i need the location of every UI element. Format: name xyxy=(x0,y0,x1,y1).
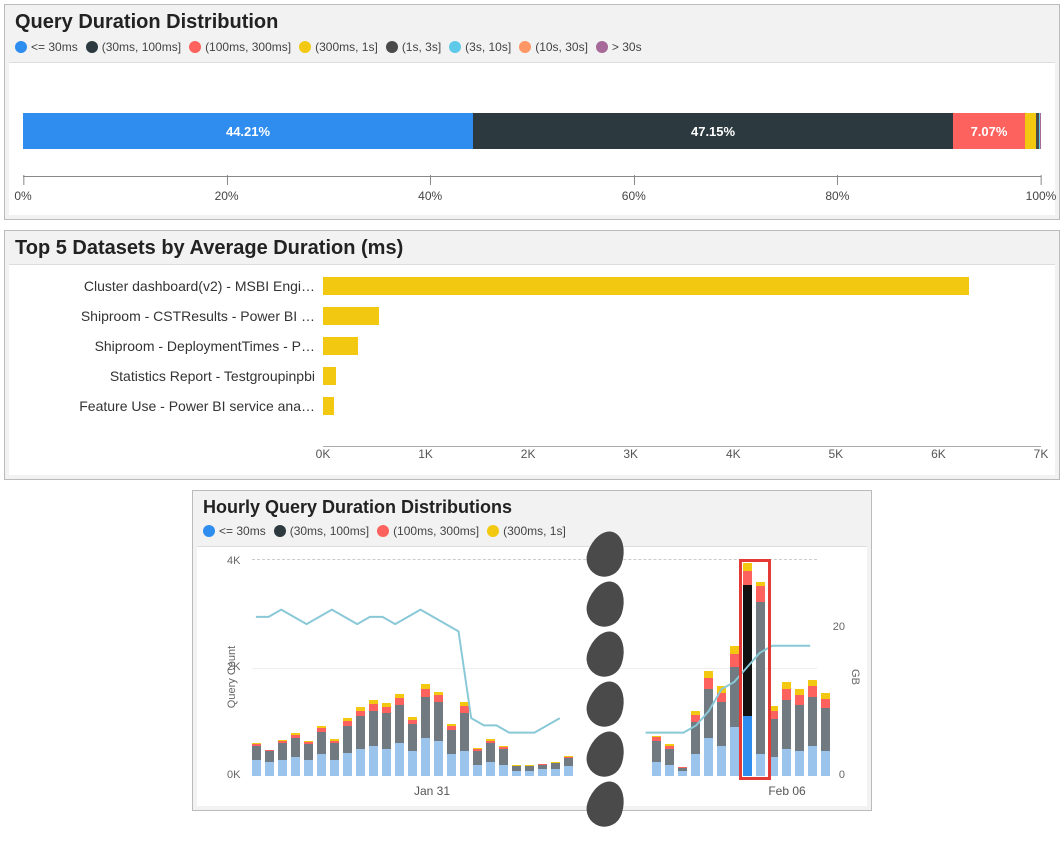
hbar-label: Shiproom - CSTResults - Power BI … xyxy=(23,308,323,324)
hbar-row[interactable]: Feature Use - Power BI service ana… xyxy=(23,395,1041,417)
legend-item[interactable]: (100ms, 300ms] xyxy=(189,40,291,54)
legend-item[interactable]: > 30s xyxy=(596,40,642,54)
legend-item[interactable]: (300ms, 1s] xyxy=(299,40,378,54)
panel-hourly-distributions: Hourly Query Duration Distributions <= 3… xyxy=(192,490,872,811)
axis-tick: 60% xyxy=(622,189,646,203)
ytick-4k: 4K xyxy=(227,555,240,567)
xlabel-jan31: Jan 31 xyxy=(414,784,450,798)
legend-label: (300ms, 1s] xyxy=(315,40,378,54)
legend-swatch xyxy=(274,525,286,537)
legend-swatch xyxy=(377,525,389,537)
axis-tick: 0% xyxy=(14,189,31,203)
stacked-segment[interactable]: 7.07% xyxy=(953,113,1025,149)
hbar-label: Feature Use - Power BI service ana… xyxy=(23,398,323,414)
legend-swatch xyxy=(299,41,311,53)
legend-item[interactable]: (10s, 30s] xyxy=(519,40,588,54)
ytick-0k: 0K xyxy=(227,769,240,781)
axis-tick: 7K xyxy=(1034,447,1049,461)
legend-item[interactable]: (300ms, 1s] xyxy=(487,524,566,538)
axis-tick: 3K xyxy=(623,447,638,461)
legend-swatch xyxy=(386,41,398,53)
hbar-row[interactable]: Shiproom - DeploymentTimes - P… xyxy=(23,335,1041,357)
axis-tick: 80% xyxy=(825,189,849,203)
hourly-bar[interactable] xyxy=(821,693,830,776)
panel2-axis-x: 0K1K2K3K4K5K6K7K xyxy=(323,447,1041,467)
panel3-legend: <= 30ms (30ms, 100ms] (100ms, 300ms] (300ms… xyxy=(193,522,871,546)
panel-query-duration-distribution: Query Duration Distribution <= 30ms (30ms… xyxy=(4,4,1060,220)
legend-item[interactable]: (100ms, 300ms] xyxy=(377,524,479,538)
legend-label: <= 30ms xyxy=(219,524,266,538)
axis-tick: 6K xyxy=(931,447,946,461)
hbar-row[interactable]: Shiproom - CSTResults - Power BI … xyxy=(23,305,1041,327)
hbar-fill xyxy=(323,307,379,325)
panel1-chart: 44.21%47.15%7.07% 0% 20% 40% 60% 80% 100% xyxy=(9,62,1055,215)
panel1-title: Query Duration Distribution xyxy=(5,5,1059,38)
legend-swatch xyxy=(203,525,215,537)
ytick-2k: 2K xyxy=(227,661,240,673)
legend-label: (300ms, 1s] xyxy=(503,524,566,538)
legend-swatch xyxy=(519,41,531,53)
y2tick-20: 20 xyxy=(833,621,845,633)
axis-tick: 20% xyxy=(215,189,239,203)
y-axis-label: Query Count xyxy=(226,645,238,707)
legend-item[interactable]: (30ms, 100ms] xyxy=(274,524,369,538)
hbar-fill xyxy=(323,367,336,385)
legend-label: (10s, 30s] xyxy=(535,40,588,54)
panel3-chart: Query Count GB 4K 2K 0K 20 0 Jan 31 Feb … xyxy=(197,546,867,806)
axis-tick: 0K xyxy=(316,447,331,461)
axis-tick: 5K xyxy=(829,447,844,461)
hbar-row[interactable]: Statistics Report - Testgroupinpbi xyxy=(23,365,1041,387)
legend-label: (1s, 3s] xyxy=(402,40,441,54)
stacked-segment[interactable]: 47.15% xyxy=(473,113,953,149)
legend-swatch xyxy=(189,41,201,53)
legend-label: <= 30ms xyxy=(31,40,78,54)
stacked-segment[interactable] xyxy=(1025,113,1036,149)
panel1-axis-x: 0%20%40%60%80%100% xyxy=(23,173,1041,203)
hbar-label: Shiproom - DeploymentTimes - P… xyxy=(23,338,323,354)
stacked-segment[interactable]: 44.21% xyxy=(23,113,473,149)
axis-tick: 2K xyxy=(521,447,536,461)
panel2-title: Top 5 Datasets by Average Duration (ms) xyxy=(5,231,1059,264)
stacked-bar[interactable]: 44.21%47.15%7.07% xyxy=(23,113,1041,149)
hbar-label: Cluster dashboard(v2) - MSBI Engi… xyxy=(23,278,323,294)
legend-label: > 30s xyxy=(612,40,642,54)
panel3-title: Hourly Query Duration Distributions xyxy=(193,491,871,522)
legend-item[interactable]: (3s, 10s] xyxy=(449,40,511,54)
hbar-label: Statistics Report - Testgroupinpbi xyxy=(23,368,323,384)
legend-item[interactable]: (30ms, 100ms] xyxy=(86,40,181,54)
hbar-row[interactable]: Cluster dashboard(v2) - MSBI Engi… xyxy=(23,275,1041,297)
xlabel-feb06: Feb 06 xyxy=(768,784,805,798)
hbar-fill xyxy=(323,397,334,415)
gb-line-right xyxy=(252,559,817,776)
legend-swatch xyxy=(15,41,27,53)
legend-item[interactable]: <= 30ms xyxy=(203,524,266,538)
legend-swatch xyxy=(596,41,608,53)
legend-label: (3s, 10s] xyxy=(465,40,511,54)
axis-tick: 40% xyxy=(418,189,442,203)
legend-label: (30ms, 100ms] xyxy=(102,40,181,54)
hbar-fill xyxy=(323,277,969,295)
y2tick-0: 0 xyxy=(839,769,845,781)
stacked-segment[interactable] xyxy=(1040,113,1041,149)
panel2-chart: 0K 1K 2K 3K 4K 5K 6K 7K Cluster dashboard(v2) -… xyxy=(9,264,1055,475)
legend-swatch xyxy=(487,525,499,537)
legend-label: (100ms, 300ms] xyxy=(393,524,479,538)
legend-item[interactable]: (1s, 3s] xyxy=(386,40,441,54)
axis-tick: 1K xyxy=(418,447,433,461)
legend-swatch xyxy=(86,41,98,53)
legend-label: (100ms, 300ms] xyxy=(205,40,291,54)
legend-label: (30ms, 100ms] xyxy=(290,524,369,538)
axis-tick: 4K xyxy=(726,447,741,461)
hbar-fill xyxy=(323,337,358,355)
panel-top5-datasets: Top 5 Datasets by Average Duration (ms) … xyxy=(4,230,1060,480)
legend-swatch xyxy=(449,41,461,53)
legend-item[interactable]: <= 30ms xyxy=(15,40,78,54)
panel1-legend: <= 30ms (30ms, 100ms] (100ms, 300ms] (300ms… xyxy=(5,38,1059,62)
y2-axis-label: GB xyxy=(849,669,861,685)
axis-tick: 100% xyxy=(1026,189,1057,203)
